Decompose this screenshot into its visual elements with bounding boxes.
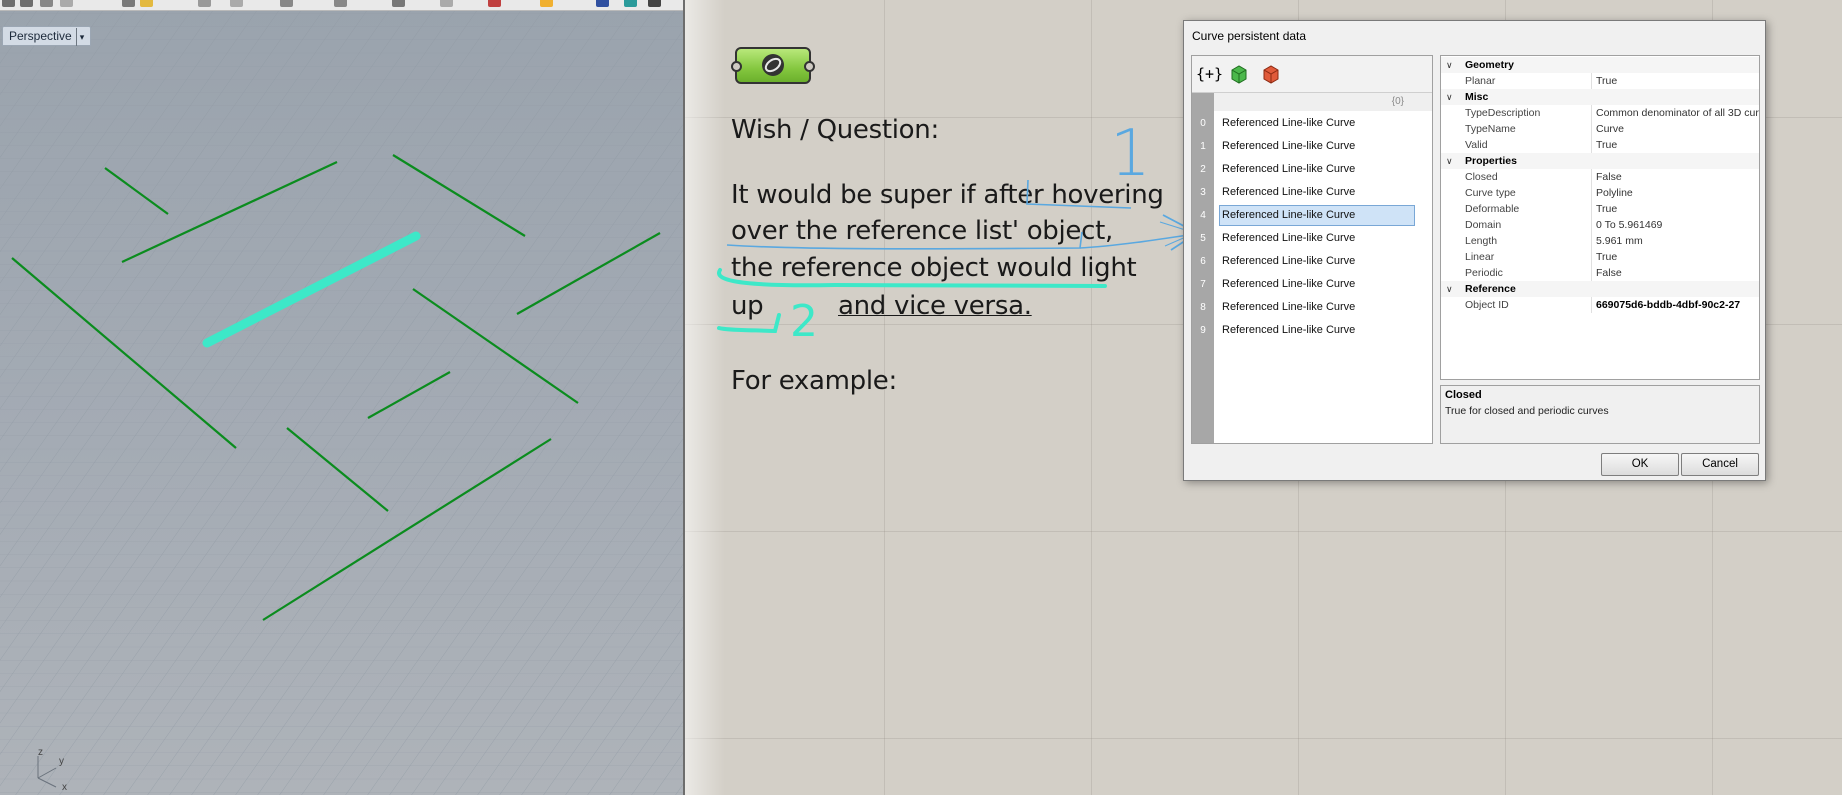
zoom-icon[interactable] [334,0,347,7]
category-misc[interactable]: ∨ Misc [1441,89,1759,105]
paste-icon[interactable] [140,0,153,7]
property-row[interactable]: Curve type Polyline [1441,185,1759,201]
add-geometry-icon[interactable] [1228,63,1250,85]
print-icon[interactable] [60,0,73,7]
select-icon[interactable] [488,0,501,7]
chevron-down-icon[interactable]: ▾ [75,28,84,46]
item-index: 9 [1200,325,1206,336]
item-index: 1 [1200,141,1206,152]
item-label: Referenced Line-like Curve [1222,255,1356,267]
chevron-down-icon[interactable]: ∨ [1446,281,1453,297]
braces-icon[interactable]: {+} [1196,63,1223,85]
item-index: 5 [1200,233,1206,244]
category-geometry[interactable]: ∨ Geometry [1441,57,1759,73]
data-list-pane[interactable]: {+} {0} 0 Referenced Line-like Curve 1 Ref… [1191,55,1433,444]
axis-label-z: z [38,747,43,758]
list-item[interactable]: 7 Referenced Line-like Curve [1192,273,1432,296]
property-row[interactable]: Closed False [1441,169,1759,185]
item-label: Referenced Line-like Curve [1222,186,1356,198]
list-item[interactable]: 2 Referenced Line-like Curve [1192,158,1432,181]
item-index: 4 [1200,210,1206,221]
list-item[interactable]: 6 Referenced Line-like Curve [1192,250,1432,273]
list-item[interactable]: 0 Referenced Line-like Curve [1192,112,1432,135]
property-row[interactable]: Domain 0 To 5.961469 [1441,217,1759,233]
annotation-2: 2 [790,296,818,347]
property-description: Closed True for closed and periodic curv… [1440,385,1760,444]
property-row[interactable]: Periodic False [1441,265,1759,281]
rotate-icon[interactable] [440,0,453,7]
chevron-down-icon[interactable]: ∨ [1446,153,1453,169]
axis-label-x: x [62,782,67,793]
property-row[interactable]: Object ID 669075d6-bddb-4dbf-90c2-27 [1441,297,1759,313]
viewport-title-tab[interactable]: Perspective ▾ [2,26,92,46]
light-icon[interactable] [540,0,553,7]
property-row[interactable]: Linear True [1441,249,1759,265]
ok-button[interactable]: OK [1601,453,1679,476]
item-index: 2 [1200,164,1206,175]
category-reference[interactable]: ∨ Reference [1441,281,1759,297]
item-label: Referenced Line-like Curve [1222,163,1356,175]
item-index: 8 [1200,302,1206,313]
property-row[interactable]: Planar True [1441,73,1759,89]
property-row[interactable]: Deformable True [1441,201,1759,217]
viewport-scene[interactable]: z y x [0,0,683,795]
item-index: 6 [1200,256,1206,267]
item-label: Referenced Line-like Curve [1222,278,1356,290]
render-icon[interactable] [596,0,609,7]
property-row[interactable]: TypeDescription Common denominator of all… [1441,105,1759,121]
item-label: Referenced Line-like Curve [1222,324,1356,336]
annotation-1: 1 [1110,117,1151,191]
options-icon[interactable] [648,0,661,7]
item-index: 3 [1200,187,1206,198]
remove-geometry-icon[interactable] [1260,63,1282,85]
property-row[interactable]: Length 5.961 mm [1441,233,1759,249]
branch-path: {0} [1214,93,1432,111]
description-title: Closed [1445,389,1482,401]
item-label: Referenced Line-like Curve [1222,209,1356,221]
category-properties[interactable]: ∨ Properties [1441,153,1759,169]
pan-icon[interactable] [280,0,293,7]
item-label: Referenced Line-like Curve [1222,301,1356,313]
material-icon[interactable] [624,0,637,7]
chevron-down-icon[interactable]: ∨ [1446,57,1453,73]
list-item[interactable]: 8 Referenced Line-like Curve [1192,296,1432,319]
item-label: Referenced Line-like Curve [1222,232,1356,244]
list-item[interactable]: 9 Referenced Line-like Curve [1192,319,1432,342]
cut-icon[interactable] [122,0,135,7]
rhino-viewport[interactable]: z y x Perspective ▾ [0,0,685,795]
property-row[interactable]: TypeName Curve [1441,121,1759,137]
new-icon[interactable] [2,0,15,7]
axis-label-y: y [59,756,64,767]
item-index: 7 [1200,279,1206,290]
rhino-toolbar [0,0,683,11]
item-label: Referenced Line-like Curve [1222,140,1356,152]
save-icon[interactable] [40,0,53,7]
list-item[interactable]: 3 Referenced Line-like Curve [1192,181,1432,204]
item-index: 0 [1200,118,1206,129]
chevron-down-icon[interactable]: ∨ [1446,89,1453,105]
list-item-selected[interactable]: 4 Referenced Line-like Curve [1192,204,1432,227]
description-text: True for closed and periodic curves [1445,405,1609,417]
zoom-extents-icon[interactable] [392,0,405,7]
open-icon[interactable] [20,0,33,7]
dialog-title: Curve persistent data [1192,29,1307,43]
curve-persistent-data-dialog[interactable]: Curve persistent data {+} {0} 0 Reference… [1183,20,1766,481]
list-toolbar: {+} [1192,56,1432,93]
item-label: Referenced Line-like Curve [1222,117,1356,129]
list-item[interactable]: 5 Referenced Line-like Curve [1192,227,1432,250]
cancel-button[interactable]: Cancel [1681,453,1759,476]
viewport-title: Perspective [9,29,72,43]
redo-icon[interactable] [230,0,243,7]
undo-icon[interactable] [198,0,211,7]
property-grid[interactable]: ∨ Geometry Planar True ∨ Misc TypeDescripti… [1440,55,1760,380]
list-item[interactable]: 1 Referenced Line-like Curve [1192,135,1432,158]
property-row[interactable]: Valid True [1441,137,1759,153]
